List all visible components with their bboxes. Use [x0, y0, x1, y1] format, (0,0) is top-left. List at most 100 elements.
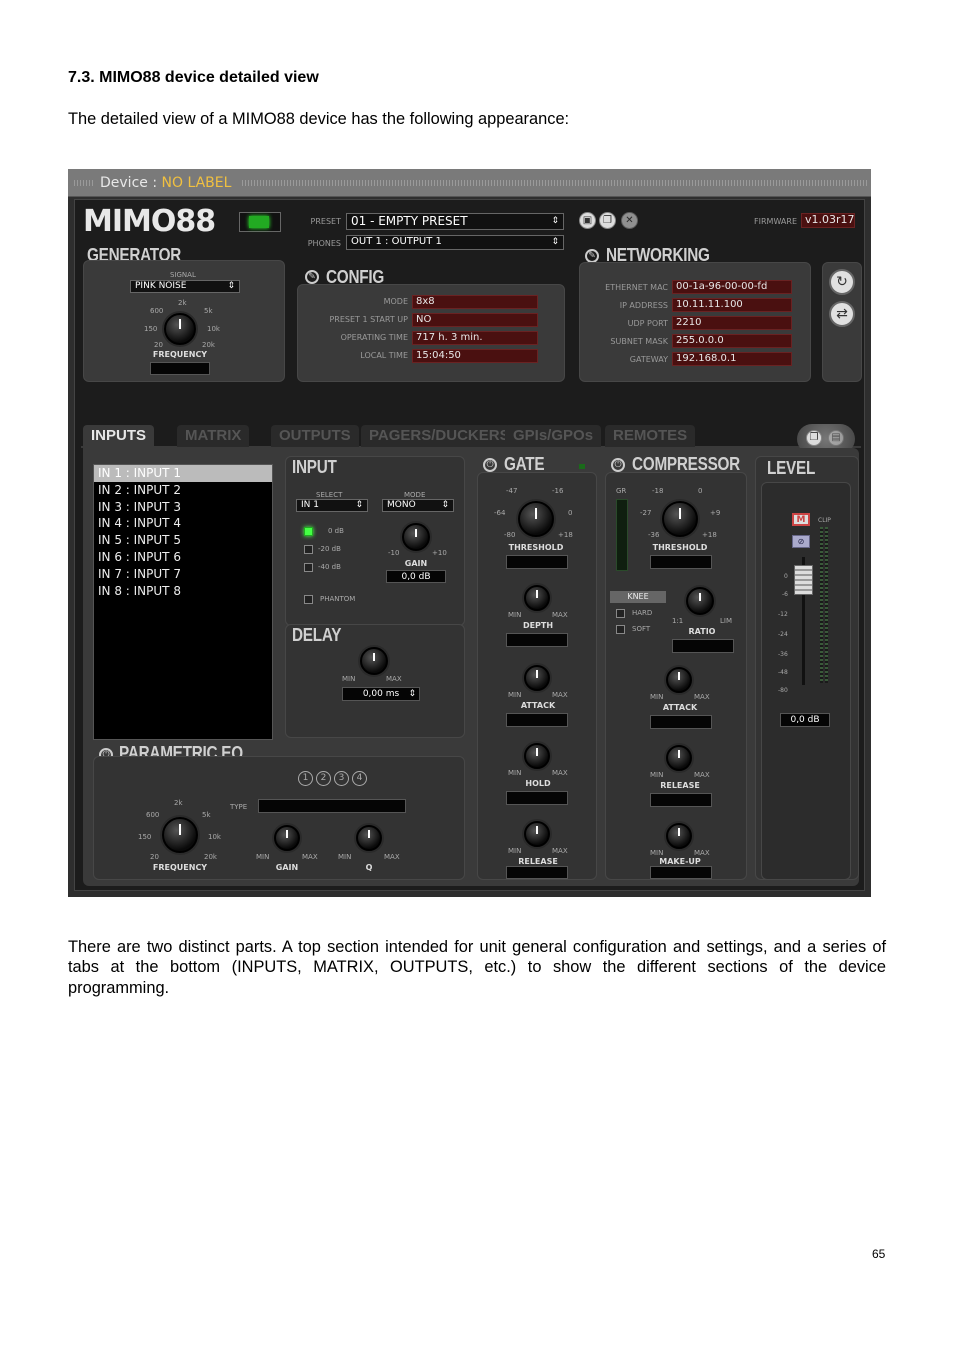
level-fader-handle[interactable]	[794, 565, 813, 595]
comp-release-value[interactable]	[650, 793, 712, 807]
mode-label: MODE	[404, 491, 426, 499]
gate-attack-value[interactable]	[506, 713, 568, 727]
comp-tick: -27	[640, 509, 652, 517]
list-item[interactable]: IN 6 : INPUT 6	[94, 549, 272, 566]
gate-release-knob[interactable]	[524, 821, 550, 847]
list-item[interactable]: IN 5 : INPUT 5	[94, 532, 272, 549]
band-button[interactable]: 4	[352, 771, 367, 786]
gain-0db-radio[interactable]	[304, 527, 313, 536]
min-label: MIN	[650, 849, 664, 857]
preset-dropdown[interactable]: 01 - EMPTY PRESET ⇕	[346, 213, 564, 230]
input-mode-dropdown[interactable]: MONO ⇕	[382, 499, 454, 512]
band-button[interactable]: 1	[298, 771, 313, 786]
band-button[interactable]: 3	[334, 771, 349, 786]
list-item[interactable]: IN 3 : INPUT 3	[94, 499, 272, 516]
generator-frequency-value[interactable]	[150, 362, 210, 375]
titlebar-grip-right	[242, 180, 867, 186]
gate-hold-knob[interactable]	[524, 743, 550, 769]
tab-matrix[interactable]: MATRIX	[177, 425, 250, 447]
delay-value[interactable]: 0,00 ms ⇕	[342, 687, 420, 701]
net-row-label: UDP PORT	[627, 319, 668, 328]
paste-icon[interactable]: ▤	[828, 430, 844, 446]
comp-ratio-knob[interactable]	[686, 587, 714, 615]
comp-makeup-knob[interactable]	[666, 823, 692, 849]
list-item[interactable]: IN 4 : INPUT 4	[94, 515, 272, 532]
mute-button[interactable]: M	[792, 513, 810, 526]
peq-frequency-knob[interactable]	[162, 817, 198, 853]
input-select-dropdown[interactable]: IN 1 ⇕	[296, 499, 368, 512]
device-titlebar[interactable]: Device : NO LABEL	[68, 169, 871, 197]
tab-gpis-gpos[interactable]: GPIs/GPOs	[505, 425, 602, 447]
gate-depth-knob[interactable]	[524, 585, 550, 611]
subnet-mask-field[interactable]: 255.0.0.0	[672, 334, 792, 348]
comp-tick: 0	[698, 487, 703, 495]
list-item[interactable]: IN 1 : INPUT 1	[94, 465, 272, 482]
comp-makeup-value[interactable]	[650, 866, 712, 879]
scale-tick: -12	[778, 611, 788, 618]
device-label: NO LABEL	[161, 175, 232, 191]
sync-arrows-icon[interactable]: ⇄	[829, 301, 855, 327]
gate-attack-knob[interactable]	[524, 665, 550, 691]
band-button[interactable]: 2	[316, 771, 331, 786]
power-icon[interactable]: ⏻	[611, 458, 625, 472]
gate-hold-value[interactable]	[506, 791, 568, 805]
tab-pagers-duckers[interactable]: PAGERS/DUCKERS	[361, 425, 518, 447]
input-title: INPUT	[292, 457, 337, 477]
input-gain-knob[interactable]	[402, 523, 430, 551]
mode-field[interactable]: 8x8	[412, 295, 538, 309]
signal-dropdown[interactable]: PINK NOISE ⇕	[130, 280, 240, 293]
comp-threshold-value[interactable]	[650, 555, 712, 569]
preset-startup-field[interactable]: NO	[412, 313, 538, 327]
peq-gain-knob[interactable]	[274, 825, 300, 851]
save-icon[interactable]: ▣	[579, 212, 596, 229]
gate-release-value[interactable]	[506, 866, 568, 879]
link-icon[interactable]: ⊘	[792, 535, 810, 548]
scale-tick: 0	[784, 573, 788, 580]
knee-hard-radio[interactable]	[616, 609, 625, 618]
tab-remotes[interactable]: REMOTES	[605, 425, 696, 447]
config-row-label: OPERATING TIME	[340, 333, 408, 342]
tab-outputs[interactable]: OUTPUTS	[271, 425, 359, 447]
comp-attack-knob[interactable]	[666, 667, 692, 693]
min-label: MIN	[650, 693, 664, 701]
comp-threshold-knob[interactable]	[662, 501, 698, 537]
gain-minus40db-radio[interactable]	[304, 563, 313, 572]
generator-frequency-knob[interactable]	[164, 313, 196, 345]
comp-release-knob[interactable]	[666, 745, 692, 771]
list-item[interactable]: IN 2 : INPUT 2	[94, 482, 272, 499]
list-item[interactable]: IN 8 : INPUT 8	[94, 583, 272, 600]
peq-tick: 150	[138, 833, 152, 841]
udp-port-field[interactable]: 2210	[672, 316, 792, 330]
input-list[interactable]: IN 1 : INPUT 1 IN 2 : INPUT 2 IN 3 : INP…	[93, 464, 273, 740]
level-value[interactable]: 0,0 dB	[780, 713, 830, 727]
gateway-field[interactable]: 192.168.0.1	[672, 352, 792, 366]
gate-threshold-value[interactable]	[506, 555, 568, 569]
delay-title: DELAY	[292, 625, 342, 645]
peq-type-field[interactable]	[258, 799, 406, 813]
trash-icon[interactable]: ✕	[621, 212, 638, 229]
list-item[interactable]: IN 7 : INPUT 7	[94, 566, 272, 583]
comp-attack-value[interactable]	[650, 715, 712, 729]
power-icon[interactable]: ⏻	[483, 458, 497, 472]
copy-icon[interactable]: ❐	[806, 430, 822, 446]
comp-ratio-value[interactable]	[672, 639, 734, 653]
gate-threshold-knob[interactable]	[518, 501, 554, 537]
copy-icon[interactable]: ❐	[599, 212, 616, 229]
attack-label: ATTACK	[662, 703, 698, 712]
gain-minus20db-radio[interactable]	[304, 545, 313, 554]
refresh-icon[interactable]: ↻	[829, 269, 855, 295]
input-gain-value[interactable]: 0,0 dB	[386, 570, 446, 583]
phones-dropdown[interactable]: OUT 1 : OUTPUT 1 ⇕	[346, 235, 564, 250]
ip-address-field[interactable]: 10.11.11.100	[672, 298, 792, 312]
max-label: MAX	[384, 853, 400, 861]
tab-inputs[interactable]: INPUTS	[83, 425, 155, 447]
phantom-checkbox[interactable]	[304, 595, 313, 604]
knee-soft-radio[interactable]	[616, 625, 625, 634]
gate-tick: -64	[494, 509, 506, 517]
delay-knob[interactable]	[360, 647, 388, 675]
gate-depth-value[interactable]	[506, 633, 568, 647]
dropdown-arrows-icon: ⇕	[551, 216, 559, 226]
soft-label: SOFT	[632, 625, 651, 633]
peq-q-knob[interactable]	[356, 825, 382, 851]
firmware-value: v1.03r17	[801, 213, 855, 228]
